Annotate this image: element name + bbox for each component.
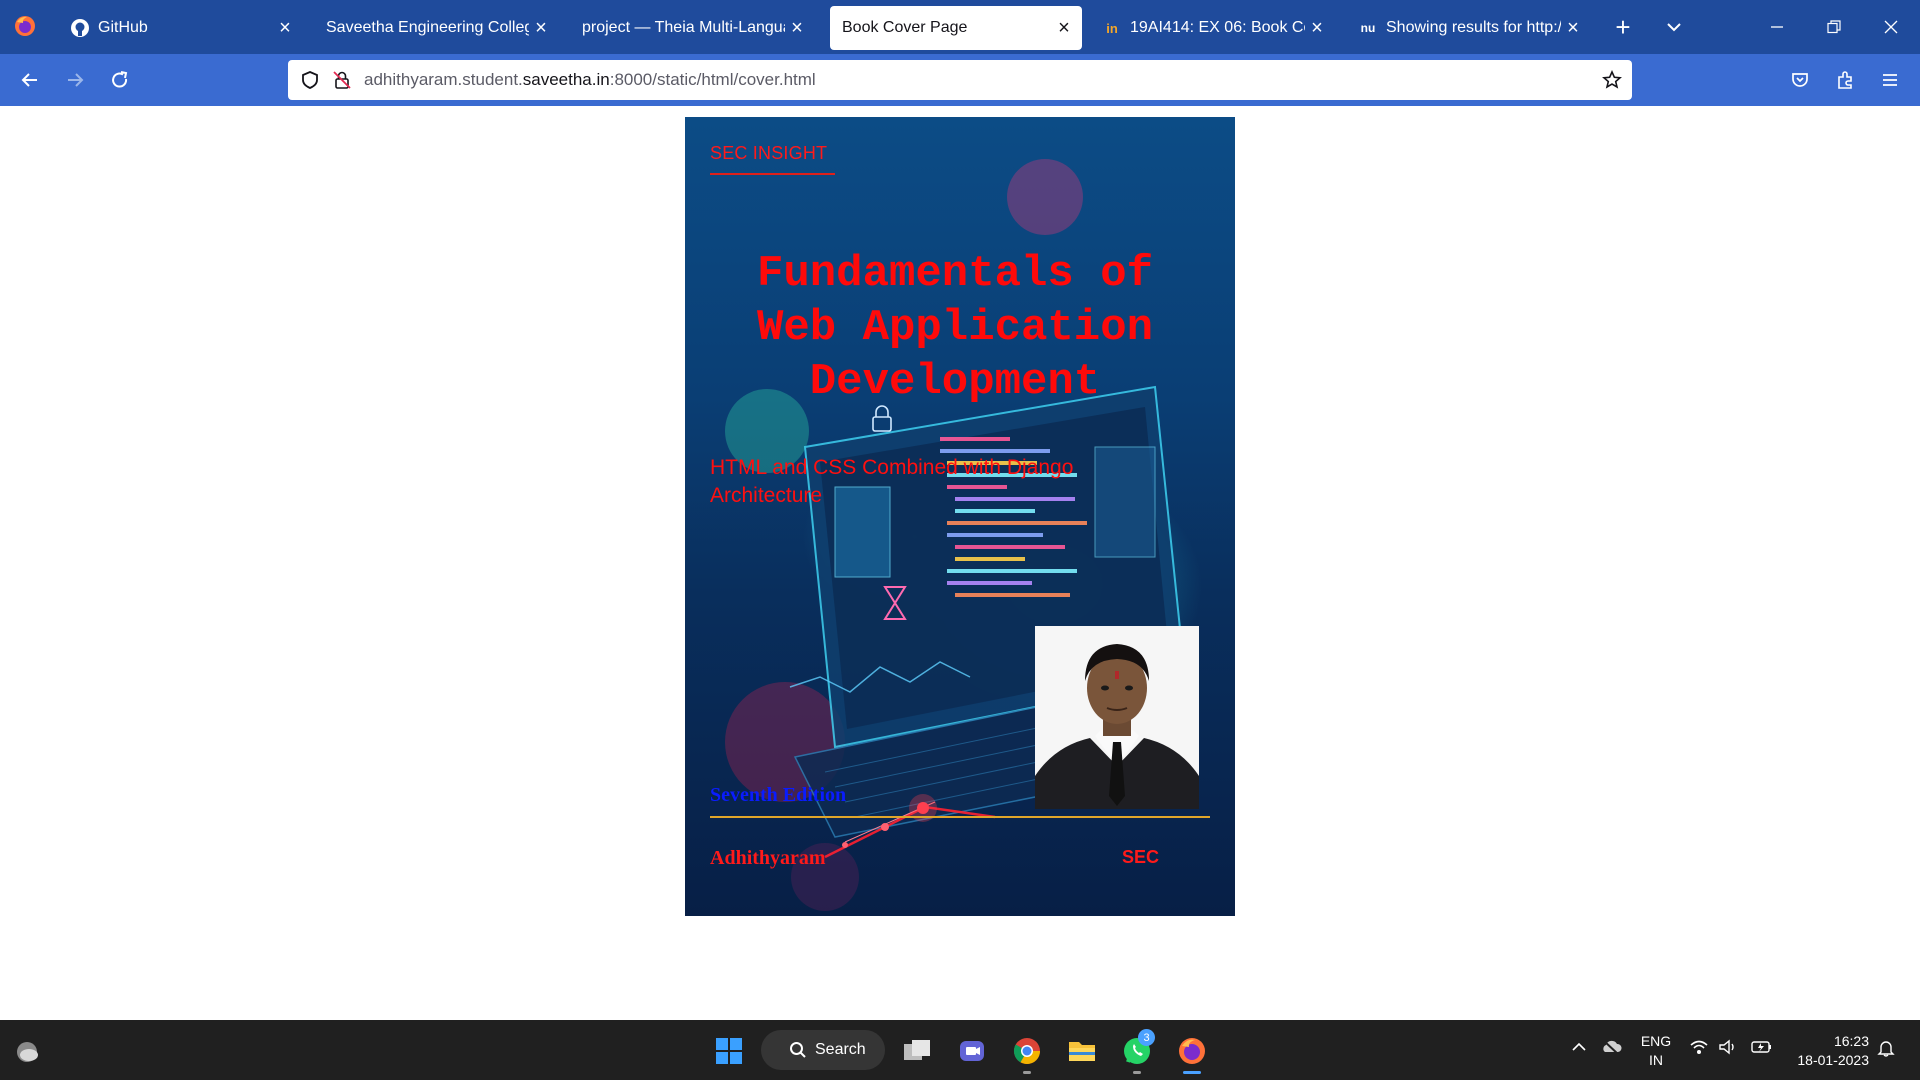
author-photo — [1035, 626, 1199, 809]
show-hidden-icons-icon[interactable] — [1570, 1038, 1588, 1060]
close-tab-icon[interactable]: × — [1561, 16, 1585, 40]
onedrive-offline-icon[interactable] — [1600, 1038, 1622, 1060]
book-cover: SEC INSIGHT Fundamentals of Web Applicat… — [685, 117, 1235, 916]
page-content: SEC INSIGHT Fundamentals of Web Applicat… — [0, 106, 1920, 1020]
back-icon[interactable] — [14, 64, 46, 96]
title-line: Development — [809, 357, 1101, 407]
edition-label: Seventh Edition — [710, 784, 847, 806]
series-label: SEC INSIGHT — [710, 143, 828, 163]
url-text[interactable]: adhithyaram.student.saveetha.in:8000/sta… — [364, 70, 1600, 90]
tab-saveetha[interactable]: Saveetha Engineering College × — [314, 6, 559, 50]
notifications-icon[interactable] — [1876, 1038, 1896, 1062]
portrait-image — [1035, 626, 1199, 809]
tab-title: GitHub — [98, 19, 148, 36]
url-prefix: adhithyaram.student. — [364, 70, 523, 89]
github-icon — [70, 18, 90, 38]
teams-chat-icon[interactable] — [953, 1032, 991, 1070]
title-line: Fundamentals of — [756, 249, 1154, 299]
clock-date: 18-01-2023 — [1797, 1052, 1869, 1068]
region-code: IN — [1649, 1052, 1663, 1068]
clock-time: 16:23 — [1833, 1033, 1869, 1049]
bookmark-star-icon[interactable] — [1600, 68, 1624, 92]
language-code: ENG — [1640, 1033, 1672, 1049]
reload-icon[interactable] — [104, 64, 136, 96]
chrome-icon[interactable] — [1008, 1032, 1046, 1070]
search-label: Search — [815, 1041, 866, 1058]
url-host: saveetha.in — [522, 70, 610, 89]
list-tabs-icon[interactable] — [1659, 12, 1689, 42]
windows-taskbar: Search ENG IN 16:23 18-01-2023 — [0, 1020, 1920, 1080]
search-icon — [790, 1042, 806, 1058]
taskbar-search[interactable]: Search — [761, 1030, 885, 1070]
whatsapp-unread-badge: 3 — [1138, 1029, 1155, 1046]
close-window-icon[interactable] — [1876, 12, 1906, 42]
start-icon[interactable] — [710, 1032, 748, 1070]
extensions-icon[interactable] — [1829, 64, 1861, 96]
insecure-lock-icon[interactable] — [330, 68, 354, 92]
book-subtitle: HTML and CSS Combined with Django Archit… — [710, 456, 1074, 507]
tab-title: Book Cover Page — [842, 19, 968, 36]
tab-19ai414[interactable]: in 19AI414: EX 06: Book Cover × — [1090, 6, 1335, 50]
close-tab-icon[interactable]: × — [273, 16, 297, 40]
volume-icon[interactable] — [1718, 1038, 1738, 1060]
system-clock[interactable]: 16:23 18-01-2023 — [1785, 1032, 1869, 1070]
app-menu-icon[interactable] — [1874, 64, 1906, 96]
gold-divider — [710, 816, 1210, 818]
firefox-taskbar-icon[interactable] — [1173, 1032, 1211, 1070]
forward-icon[interactable] — [59, 64, 91, 96]
chrome-running-indicator — [1023, 1071, 1031, 1074]
tab-title: project — Theia Multi-Language — [582, 19, 785, 36]
close-tab-icon[interactable]: × — [529, 16, 553, 40]
whatsapp-running-indicator — [1133, 1071, 1141, 1074]
title-line: Web Application — [756, 303, 1154, 353]
minimize-icon[interactable] — [1762, 12, 1792, 42]
task-view-icon[interactable] — [898, 1032, 936, 1070]
weather-icon[interactable] — [8, 1032, 46, 1070]
close-tab-icon[interactable]: × — [1305, 16, 1329, 40]
input-language[interactable]: ENG IN — [1640, 1032, 1672, 1070]
url-path: :8000/static/html/cover.html — [609, 70, 816, 89]
battery-icon[interactable] — [1751, 1038, 1773, 1060]
firefox-active-indicator — [1183, 1071, 1201, 1074]
nu-icon: nu — [1360, 21, 1376, 35]
address-bar[interactable]: adhithyaram.student.saveetha.in:8000/sta… — [288, 60, 1632, 100]
tab-title: Showing results for http://ad — [1386, 19, 1561, 36]
book-title: Fundamentals of Web Application Developm… — [730, 247, 1180, 409]
tab-theia[interactable]: project — Theia Multi-Language × — [570, 6, 815, 50]
tab-title: Saveetha Engineering College — [326, 19, 529, 36]
tab-showing-results[interactable]: nu Showing results for http://ad × — [1346, 6, 1591, 50]
firefox-menu-icon[interactable] — [13, 14, 37, 38]
publisher-name: SEC — [1122, 847, 1160, 867]
tracking-protection-icon[interactable] — [298, 68, 322, 92]
navigation-toolbar: adhithyaram.student.saveetha.in:8000/sta… — [0, 54, 1920, 106]
close-tab-icon[interactable]: × — [785, 16, 809, 40]
tab-github[interactable]: GitHub × — [58, 6, 303, 50]
new-tab-icon[interactable]: + — [1608, 12, 1638, 42]
close-tab-icon[interactable]: × — [1052, 16, 1076, 40]
in-icon: in — [1106, 20, 1118, 36]
tab-book-cover[interactable]: Book Cover Page × — [830, 6, 1082, 50]
file-explorer-icon[interactable] — [1063, 1032, 1101, 1070]
author-name: Adhithyaram — [710, 847, 826, 869]
restore-icon[interactable] — [1819, 12, 1849, 42]
tab-title: 19AI414: EX 06: Book Cover — [1130, 19, 1305, 36]
wifi-icon[interactable] — [1689, 1038, 1709, 1060]
pocket-icon[interactable] — [1784, 64, 1816, 96]
tab-strip: GitHub × Saveetha Engineering College × … — [0, 0, 1920, 54]
series-underline — [710, 173, 835, 175]
